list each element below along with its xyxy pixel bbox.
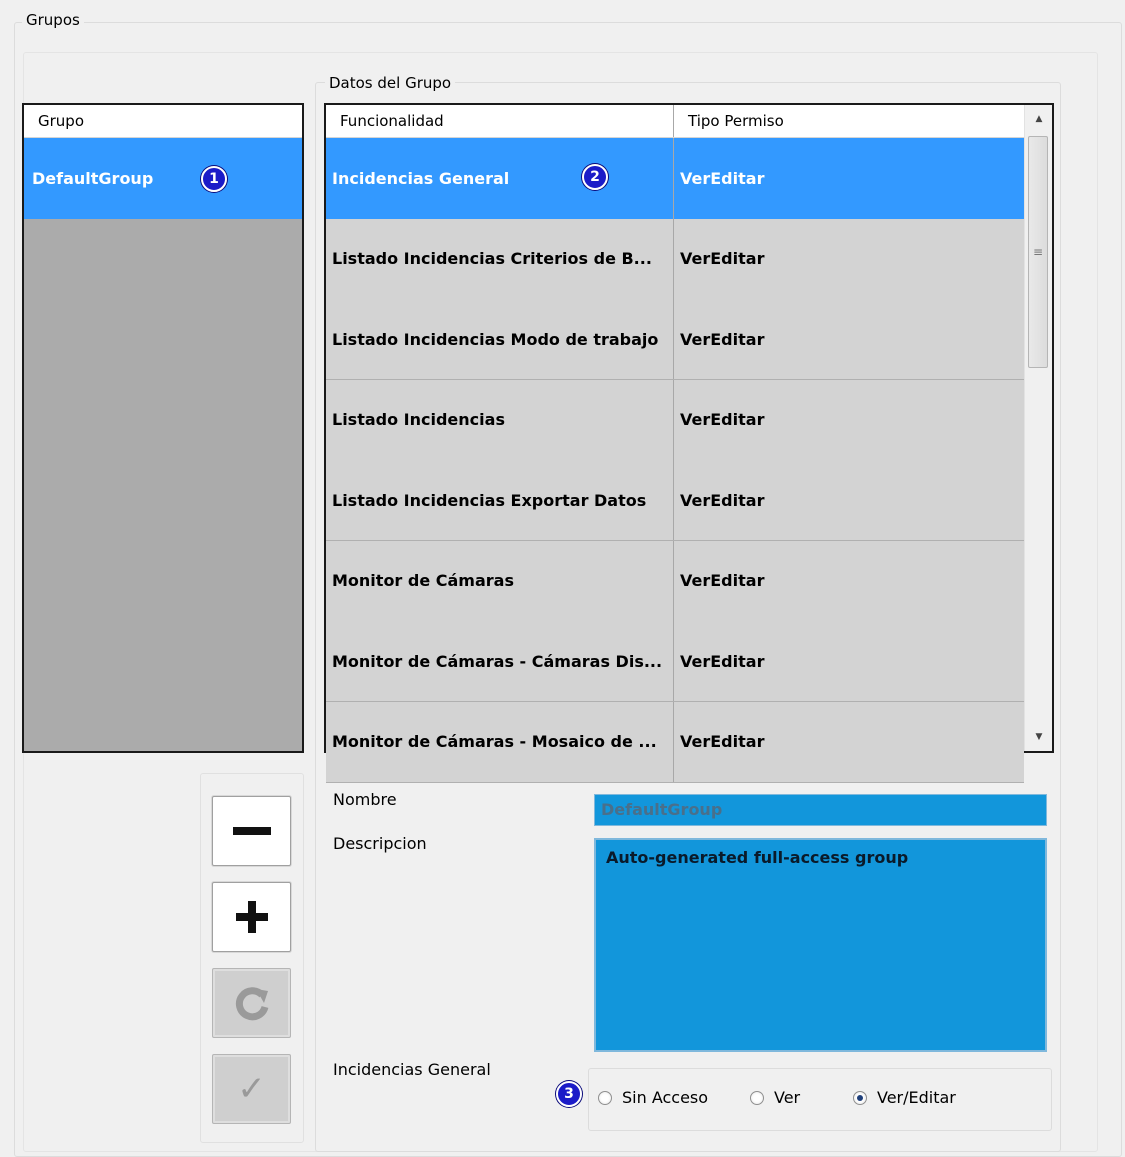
scroll-thumb[interactable]: ≡ [1028,136,1048,368]
nombre-field[interactable]: DefaultGroup [594,794,1047,826]
group-row-defaultgroup[interactable]: DefaultGroup 1 [24,138,302,219]
tipo-permiso-cell: VerEditar [680,651,765,671]
radio-ver-editar[interactable]: Ver/Editar [853,1088,956,1107]
funcionalidad-cell: Listado Incidencias Exportar Datos [326,460,674,540]
radio-ver-editar-indicator[interactable] [853,1090,867,1105]
radio-ver-label: Ver [774,1088,801,1107]
radio-ver[interactable]: Ver [750,1088,800,1107]
funcionalidad-cell: Listado Incidencias Criterios de B... [326,218,674,299]
datos-title: Datos del Grupo [325,74,456,92]
scroll-up-arrow-icon[interactable]: ▲ [1025,105,1053,133]
grupos-title: Grupos [22,11,84,29]
refresh-icon [235,987,268,1021]
permission-label: Incidencias General [333,1060,491,1079]
group-list-header: Grupo [24,105,302,138]
permission-row[interactable]: Listado Incidencias VerEditar [326,379,1024,461]
radio-ver-editar-label: Ver/Editar [877,1088,956,1107]
remove-group-button[interactable] [212,796,291,866]
permission-row[interactable]: Listado Incidencias Modo de trabajo VerEd… [326,299,1024,380]
radio-ver-indicator[interactable] [750,1090,764,1105]
permission-row[interactable]: Listado Incidencias Exportar Datos VerEdi… [326,460,1024,541]
refresh-button[interactable] [212,968,291,1038]
tipo-permiso-cell: VerEditar [680,490,765,510]
callout-badge-3: 3 [556,1081,582,1107]
plus-icon [235,901,268,933]
confirm-button[interactable]: ✓ [212,1054,291,1124]
tipo-permiso-cell: VerEditar [680,249,765,268]
radio-sin-acceso-label: Sin Acceso [622,1088,709,1107]
funcionalidad-cell: Listado Incidencias Modo de trabajo [326,299,674,379]
tipo-permiso-cell: VerEditar [680,169,765,188]
funcionalidad-cell: Monitor de Cámaras - Mosaico de ... [326,701,674,782]
permission-row[interactable]: Monitor de Cámaras VerEditar [326,540,1024,622]
funcionalidad-cell: Listado Incidencias [326,379,674,460]
permissions-header: Funcionalidad Tipo Permiso [326,105,1024,138]
column-header-funcionalidad[interactable]: Funcionalidad [326,105,674,137]
tipo-permiso-cell: VerEditar [680,329,765,349]
callout-badge-1: 1 [201,166,227,192]
callout-badge-2: 2 [582,164,608,190]
vertical-scrollbar[interactable]: ▲ ≡ ▼ [1024,105,1052,751]
group-list[interactable]: Grupo DefaultGroup 1 [22,103,304,753]
nombre-label: Nombre [333,790,397,809]
funcionalidad-cell: Incidencias General [326,138,674,219]
descripcion-label: Descripcion [333,834,427,853]
minus-icon [232,827,271,835]
tipo-permiso-cell: VerEditar [680,571,765,590]
permission-row[interactable]: Monitor de Cámaras - Cámaras Dis... VerEd… [326,621,1024,702]
permission-row[interactable]: Incidencias General VerEditar [326,138,1024,219]
group-name: DefaultGroup [32,169,154,188]
check-icon: ✓ [237,1069,266,1109]
tipo-permiso-cell: VerEditar [680,410,765,429]
column-header-grupo[interactable]: Grupo [24,105,302,137]
radio-sin-acceso[interactable]: Sin Acceso [598,1088,708,1107]
scroll-down-arrow-icon[interactable]: ▼ [1025,723,1053,751]
permission-row[interactable]: Monitor de Cámaras - Mosaico de ... VerEd… [326,701,1024,783]
column-header-tipo-permiso[interactable]: Tipo Permiso [674,105,1024,137]
funcionalidad-cell: Monitor de Cámaras [326,540,674,621]
add-group-button[interactable] [212,882,291,952]
tipo-permiso-cell: VerEditar [680,732,765,751]
permissions-grid[interactable]: Funcionalidad Tipo Permiso Incidencias G… [324,103,1054,783]
permission-row[interactable]: Listado Incidencias Criterios de B... Ver… [326,218,1024,300]
radio-sin-acceso-indicator[interactable] [598,1090,612,1105]
descripcion-field[interactable]: Auto-generated full-access group [594,838,1047,1052]
funcionalidad-cell: Monitor de Cámaras - Cámaras Dis... [326,621,674,701]
